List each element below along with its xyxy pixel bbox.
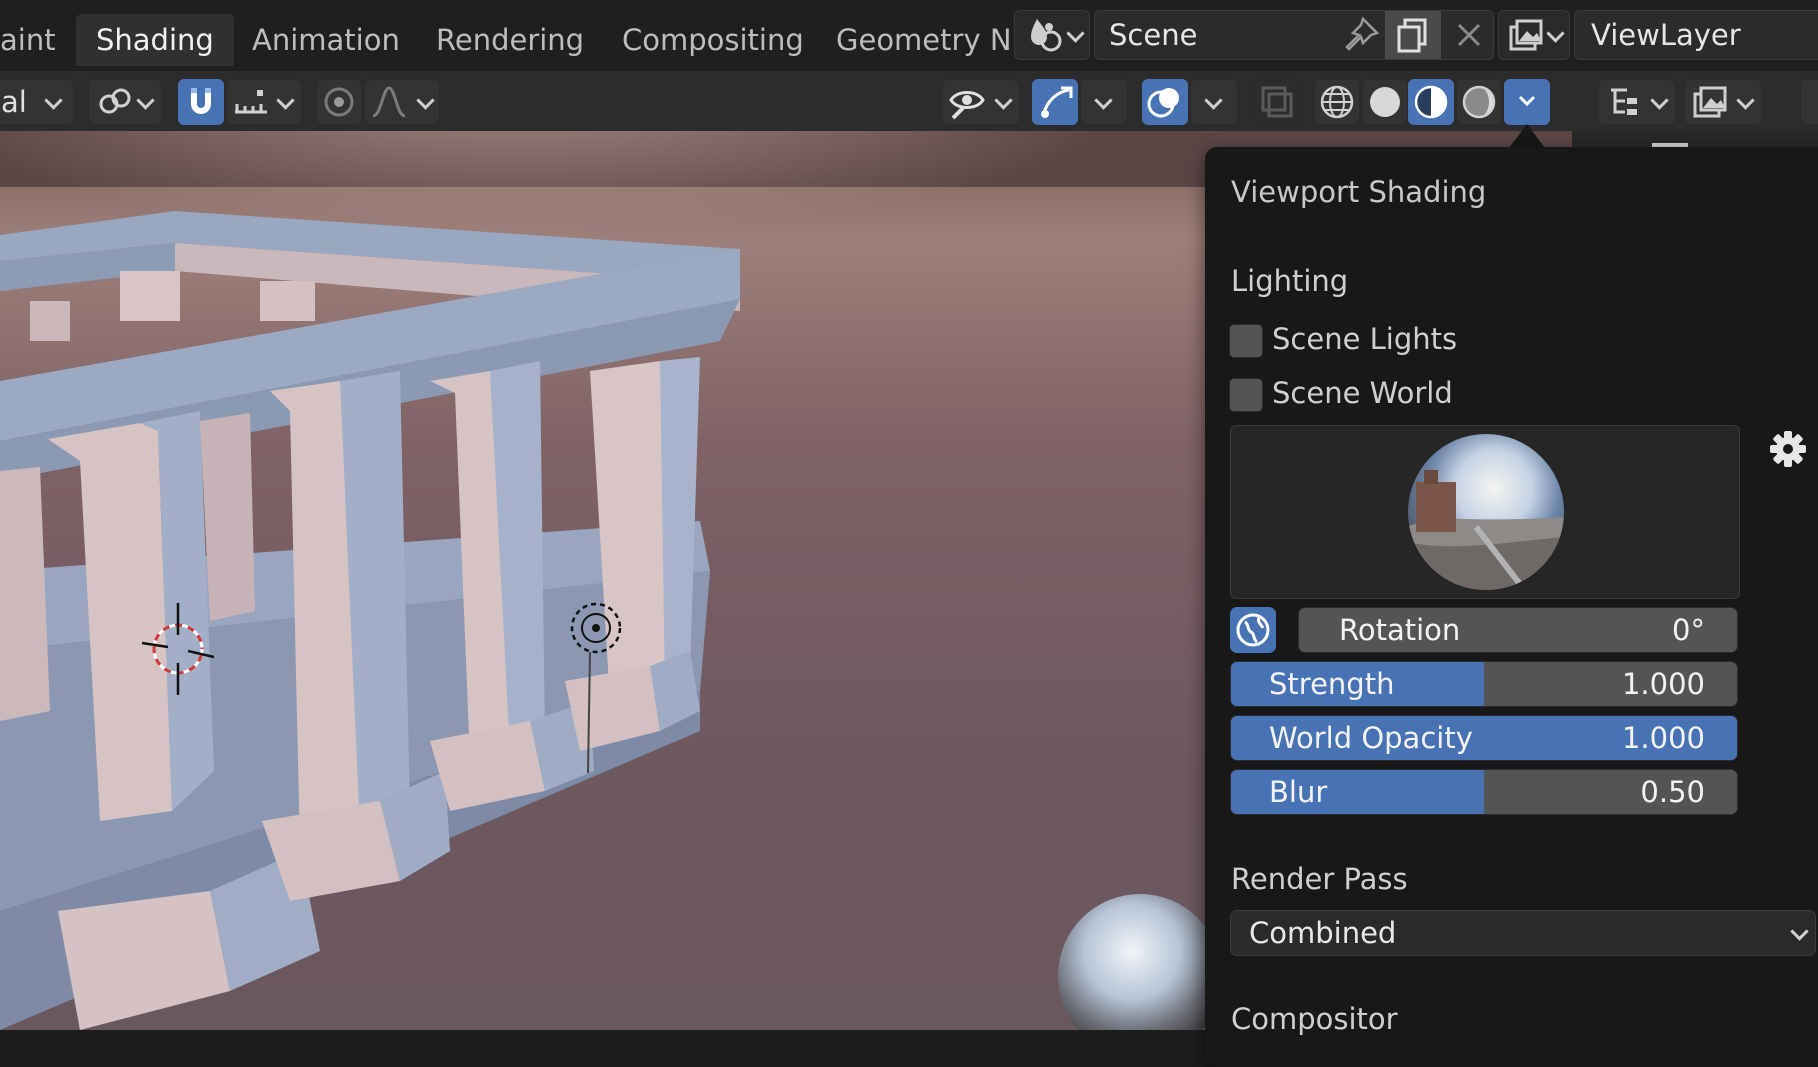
tab-texture-paint[interactable]: aint xyxy=(0,14,76,66)
outliner-header xyxy=(1572,71,1818,131)
chevron-down-icon xyxy=(1790,922,1809,941)
close-icon[interactable] xyxy=(1453,19,1485,51)
proportional-edit-button[interactable] xyxy=(316,79,362,125)
snap-toggle-button[interactable] xyxy=(178,79,224,125)
view-layer-name: ViewLayer xyxy=(1591,18,1741,52)
gizmo-options-dropdown[interactable] xyxy=(1080,79,1128,125)
transform-orientation-value: al xyxy=(1,85,27,119)
strength-label: Strength xyxy=(1269,667,1395,701)
tab-compositing[interactable]: Compositing xyxy=(602,14,824,66)
visibility-dropdown[interactable] xyxy=(942,79,1020,125)
pivot-point-dropdown[interactable] xyxy=(88,79,162,125)
display-mode-icon xyxy=(1611,88,1637,115)
gizmo-icon xyxy=(1041,86,1073,118)
xray-icon xyxy=(1261,86,1293,118)
outliner-extra-button[interactable] xyxy=(1800,79,1818,125)
scene-world-checkbox[interactable] xyxy=(1229,378,1263,412)
render-pass-heading: Render Pass xyxy=(1231,862,1408,896)
strength-slider[interactable]: Strength 1.000 xyxy=(1230,661,1738,707)
xray-toggle-button[interactable] xyxy=(1254,79,1300,125)
rotation-label: Rotation xyxy=(1339,613,1461,647)
falloff-curve-icon xyxy=(372,86,406,118)
transform-orientation-dropdown[interactable]: al xyxy=(0,79,74,125)
filter-icon xyxy=(1693,86,1727,118)
material-preview-shading-icon xyxy=(1414,85,1448,119)
world-opacity-slider[interactable]: World Opacity 1.000 xyxy=(1230,715,1738,761)
tab-animation[interactable]: Animation xyxy=(232,14,420,66)
material-preview-shading-button[interactable] xyxy=(1408,79,1454,125)
world-opacity-value: 1.000 xyxy=(1621,721,1705,755)
view-layer-icon xyxy=(1509,19,1543,51)
popover-title: Viewport Shading xyxy=(1231,175,1487,209)
blur-slider[interactable]: Blur 0.50 xyxy=(1230,769,1738,815)
shading-options-icon xyxy=(1518,95,1536,107)
gear-icon[interactable] xyxy=(1768,429,1808,469)
strength-value: 1.000 xyxy=(1621,667,1705,701)
proportional-falloff-dropdown[interactable] xyxy=(364,79,440,125)
world-space-lighting-toggle[interactable] xyxy=(1230,607,1276,653)
view-layer-browse-button[interactable] xyxy=(1498,10,1570,60)
blur-value: 0.50 xyxy=(1640,775,1705,809)
new-scene-button[interactable] xyxy=(1385,11,1441,59)
snap-target-dropdown[interactable] xyxy=(226,79,302,125)
snap-magnet-icon xyxy=(191,88,211,114)
proportional-edit-icon xyxy=(324,87,354,117)
scene-name-field[interactable]: Scene xyxy=(1094,10,1494,60)
scene-lights-label: Scene Lights xyxy=(1272,322,1458,356)
overlay-options-dropdown[interactable] xyxy=(1190,79,1238,125)
lighting-heading: Lighting xyxy=(1231,264,1349,298)
pin-icon[interactable] xyxy=(1341,15,1381,55)
popover-arrow xyxy=(1509,124,1545,148)
blur-label: Blur xyxy=(1269,775,1328,809)
scene-data-icon xyxy=(1031,19,1062,52)
rotation-value: 0° xyxy=(1672,613,1705,647)
world-space-lighting-icon xyxy=(1236,613,1270,647)
hdri-preview-box[interactable] xyxy=(1230,425,1740,599)
hdri-sphere-preview xyxy=(1408,434,1564,590)
rotation-field[interactable]: Rotation 0° xyxy=(1298,607,1738,653)
outliner-display-mode-dropdown[interactable] xyxy=(1598,79,1676,125)
rendered-shading-button[interactable] xyxy=(1456,79,1502,125)
rendered-shading-icon xyxy=(1462,85,1496,119)
visibility-eye-icon xyxy=(949,91,985,120)
snap-increment-icon xyxy=(235,90,267,114)
pivot-icon xyxy=(99,88,131,114)
gizmo-toggle-button[interactable] xyxy=(1032,79,1078,125)
new-scene-icon xyxy=(1397,18,1427,53)
viewport-header: al xyxy=(0,71,1572,131)
tab-shading[interactable]: Shading xyxy=(76,14,234,66)
scene-world-label: Scene World xyxy=(1272,376,1453,410)
solid-shading-icon xyxy=(1370,87,1400,117)
tab-geometry-nodes[interactable]: Geometry N xyxy=(816,14,1032,66)
wireframe-shading-button[interactable] xyxy=(1314,79,1360,125)
wireframe-shading-icon xyxy=(1320,85,1354,119)
view-layer-name-field[interactable]: ViewLayer xyxy=(1574,10,1818,60)
shading-options-dropdown[interactable] xyxy=(1504,79,1550,125)
scene-name: Scene xyxy=(1109,18,1198,52)
outliner-filter-dropdown[interactable] xyxy=(1684,79,1762,125)
render-pass-dropdown[interactable]: Combined xyxy=(1230,910,1816,956)
solid-shading-button[interactable] xyxy=(1362,79,1408,125)
overlay-toggle-button[interactable] xyxy=(1142,79,1188,125)
scene-lights-checkbox[interactable] xyxy=(1229,324,1263,358)
render-pass-value: Combined xyxy=(1249,916,1397,950)
tab-rendering[interactable]: Rendering xyxy=(416,14,604,66)
compositor-heading: Compositor xyxy=(1231,1002,1398,1036)
world-opacity-label: World Opacity xyxy=(1269,721,1473,755)
workspace-bar: aint Shading Animation Rendering Composi… xyxy=(0,0,1818,71)
overlay-icon xyxy=(1147,88,1179,118)
scene-browse-button[interactable] xyxy=(1014,10,1090,60)
